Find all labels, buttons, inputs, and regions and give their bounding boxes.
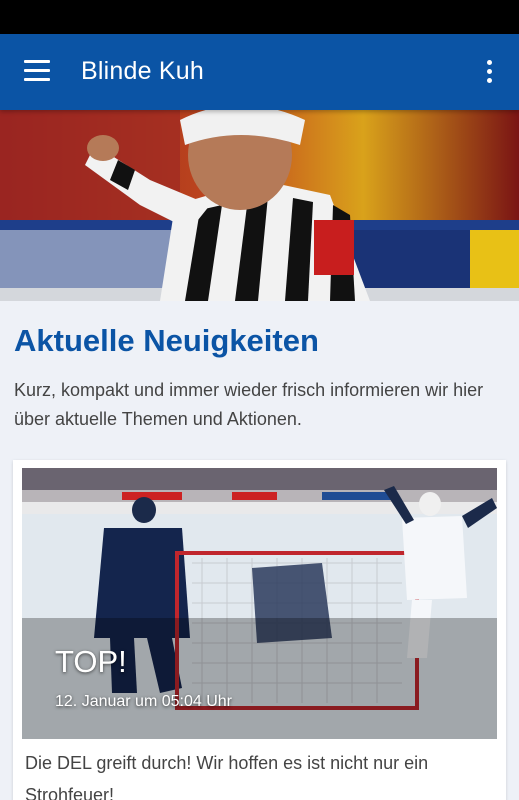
hamburger-menu-icon[interactable] — [18, 54, 58, 90]
app-title: Blinde Kuh — [81, 57, 204, 85]
app-bar: Blinde Kuh — [0, 34, 519, 110]
section-title: Aktuelle Neuigkeiten — [14, 323, 319, 358]
news-card-text: Die DEL greift durch! Wir hoffen es ist … — [25, 753, 429, 800]
news-card-title: TOP! — [55, 644, 127, 679]
section-intro: Kurz, kompakt und immer wieder frisch in… — [14, 380, 484, 429]
hero-image — [0, 110, 519, 301]
news-card-date: 12. Januar um 05:04 Uhr — [55, 693, 232, 710]
news-card[interactable]: TOP! 12. Januar um 05:04 Uhr Die DEL gre… — [13, 460, 506, 800]
news-card-image[interactable]: TOP! 12. Januar um 05:04 Uhr — [22, 468, 497, 739]
status-bar — [0, 0, 519, 34]
more-vertical-icon[interactable] — [477, 56, 501, 90]
